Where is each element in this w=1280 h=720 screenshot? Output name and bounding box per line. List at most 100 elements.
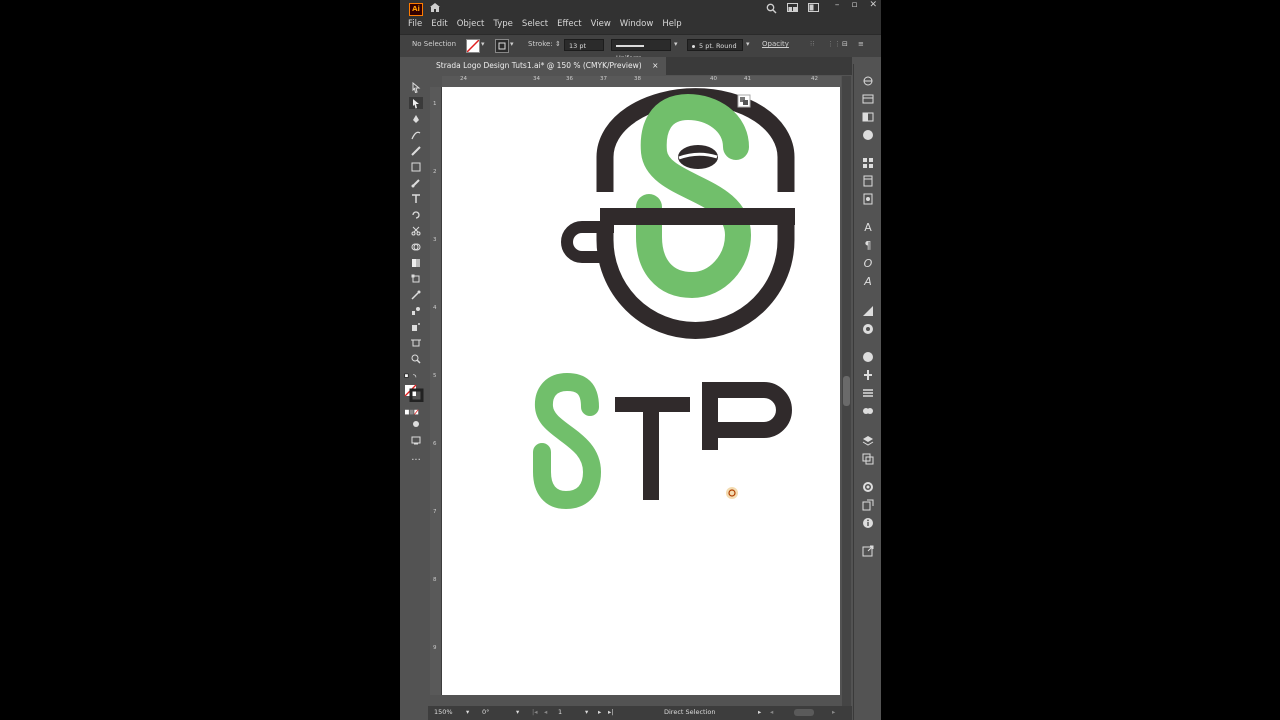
graphic-styles-icon[interactable]: [861, 368, 875, 382]
menu-window[interactable]: Window: [620, 19, 654, 29]
info-icon[interactable]: [861, 516, 875, 530]
align-icon[interactable]: ⁝⁝: [810, 40, 814, 48]
zoom-level[interactable]: 150%: [434, 708, 453, 716]
more-tools-icon[interactable]: ···: [409, 454, 423, 466]
arrange-documents-icon[interactable]: [787, 3, 798, 12]
symbol-sprayer-tool-icon[interactable]: [409, 321, 423, 333]
isolate-icon[interactable]: ⊟: [842, 40, 848, 48]
maximize-icon[interactable]: ▫: [851, 0, 857, 10]
appearance-icon[interactable]: [861, 350, 875, 364]
gradient-panel-icon[interactable]: [861, 304, 875, 318]
fill-stroke-swatches[interactable]: [404, 384, 424, 402]
pencil-tool-icon[interactable]: [409, 145, 423, 157]
menu-type[interactable]: Type: [493, 19, 513, 29]
artboard-number[interactable]: 1: [558, 708, 562, 716]
zoom-tool-icon[interactable]: [409, 353, 423, 365]
home-icon[interactable]: [429, 2, 441, 13]
document-tab[interactable]: Strada Logo Design Tuts1.ai* @ 150 % (CM…: [428, 57, 667, 75]
cup-s-letter[interactable]: [636, 93, 752, 299]
first-artboard-icon[interactable]: |◂: [532, 708, 537, 716]
close-tab-icon[interactable]: ×: [652, 61, 658, 70]
letter-p-bowl[interactable]: [710, 382, 792, 438]
stroke-weight-field[interactable]: 13 pt: [564, 39, 604, 51]
corner-widget-icon[interactable]: [737, 94, 751, 108]
transform-icon[interactable]: ⋮⋮: [827, 40, 841, 48]
rotation-dropdown-icon[interactable]: ▾: [516, 708, 519, 716]
menu-select[interactable]: Select: [522, 19, 548, 29]
artboard[interactable]: [442, 87, 840, 695]
artboards-icon[interactable]: [861, 452, 875, 466]
screen-mode-icon[interactable]: [409, 434, 423, 446]
free-transform-tool-icon[interactable]: [409, 273, 423, 285]
vertical-scrollbar[interactable]: [842, 76, 851, 706]
color-guide-icon[interactable]: [861, 128, 875, 142]
scroll-thumb[interactable]: [843, 376, 850, 406]
opacity-label[interactable]: Opacity: [762, 40, 789, 48]
paintbrush-tool-icon[interactable]: [409, 177, 423, 189]
fill-dropdown-arrow[interactable]: ▾: [481, 40, 485, 48]
asset-export-icon[interactable]: [861, 480, 875, 494]
artboard-tool-icon[interactable]: [409, 337, 423, 349]
scissors-tool-icon[interactable]: [409, 225, 423, 237]
artboard-dropdown-icon[interactable]: ▾: [585, 708, 588, 716]
pen-tool-icon[interactable]: [409, 113, 423, 125]
fill-swatch[interactable]: [466, 39, 480, 53]
menu-help[interactable]: Help: [662, 19, 681, 29]
selection-tool-icon[interactable]: [409, 81, 423, 93]
last-artboard-icon[interactable]: ▸|: [608, 708, 613, 716]
canvas-area[interactable]: [442, 87, 841, 695]
rotate-tool-icon[interactable]: [409, 209, 423, 221]
shape-builder-tool-icon[interactable]: [409, 241, 423, 253]
brush-dropdown-arrow[interactable]: ▾: [746, 40, 750, 48]
minimize-icon[interactable]: –: [835, 0, 840, 10]
status-menu-icon[interactable]: ▸: [758, 708, 761, 716]
gradient-tool-icon[interactable]: [409, 257, 423, 269]
align-panel-icon[interactable]: [861, 386, 875, 400]
scroll-right-icon[interactable]: ▸: [832, 708, 835, 716]
libraries-icon[interactable]: [861, 92, 875, 106]
symbols-icon[interactable]: [861, 192, 875, 206]
panel-menu-icon[interactable]: ≡: [858, 40, 864, 48]
properties-icon[interactable]: [861, 74, 875, 88]
direct-selection-tool-icon[interactable]: [409, 97, 423, 109]
close-icon[interactable]: ✕: [869, 0, 877, 10]
zoom-dropdown-icon[interactable]: ▾: [466, 708, 469, 716]
eyedropper-tool-icon[interactable]: [409, 289, 423, 301]
stroke-label[interactable]: Stroke:: [528, 40, 553, 48]
brushes-icon[interactable]: [861, 174, 875, 188]
blend-tool-icon[interactable]: [409, 305, 423, 317]
workspace-switcher-icon[interactable]: [808, 3, 819, 12]
menu-object[interactable]: Object: [457, 19, 485, 29]
paragraph-icon[interactable]: ¶: [861, 238, 875, 252]
curvature-tool-icon[interactable]: [409, 129, 423, 141]
layers-icon[interactable]: [861, 434, 875, 448]
rectangle-tool-icon[interactable]: [409, 161, 423, 173]
type-tool-icon[interactable]: [409, 193, 423, 205]
stroke-swatch[interactable]: [495, 39, 509, 53]
swap-colors-icon[interactable]: [404, 370, 418, 382]
stroke-spinner-icon[interactable]: ⇕: [555, 40, 561, 48]
character-icon[interactable]: A: [861, 220, 875, 234]
menu-edit[interactable]: Edit: [431, 19, 447, 29]
prev-artboard-icon[interactable]: ◂: [544, 708, 547, 716]
cup-logo[interactable]: [561, 88, 795, 339]
letter-t-stem[interactable]: [643, 397, 659, 500]
export-icon[interactable]: [861, 544, 875, 558]
glyphs-icon[interactable]: A: [861, 274, 875, 288]
letter-s[interactable]: [533, 372, 602, 510]
menu-effect[interactable]: Effect: [557, 19, 581, 29]
opentype-icon[interactable]: O: [861, 256, 875, 270]
pathfinder-icon[interactable]: [861, 404, 875, 418]
stroke-dropdown-arrow[interactable]: ▾: [510, 40, 514, 48]
transparency-icon[interactable]: [861, 322, 875, 336]
rotation-value[interactable]: 0°: [482, 708, 489, 716]
search-icon[interactable]: [766, 3, 777, 14]
next-artboard-icon[interactable]: ▸: [598, 708, 601, 716]
profile-dropdown-arrow[interactable]: ▾: [674, 40, 678, 48]
draw-mode-icon[interactable]: [409, 418, 423, 430]
swatches-icon[interactable]: [861, 156, 875, 170]
variable-width-profile[interactable]: Uniform: [611, 39, 671, 62]
brush-definition[interactable]: 5 pt. Round: [687, 39, 743, 51]
color-mode-icons[interactable]: [405, 406, 419, 418]
links-icon[interactable]: [861, 498, 875, 512]
